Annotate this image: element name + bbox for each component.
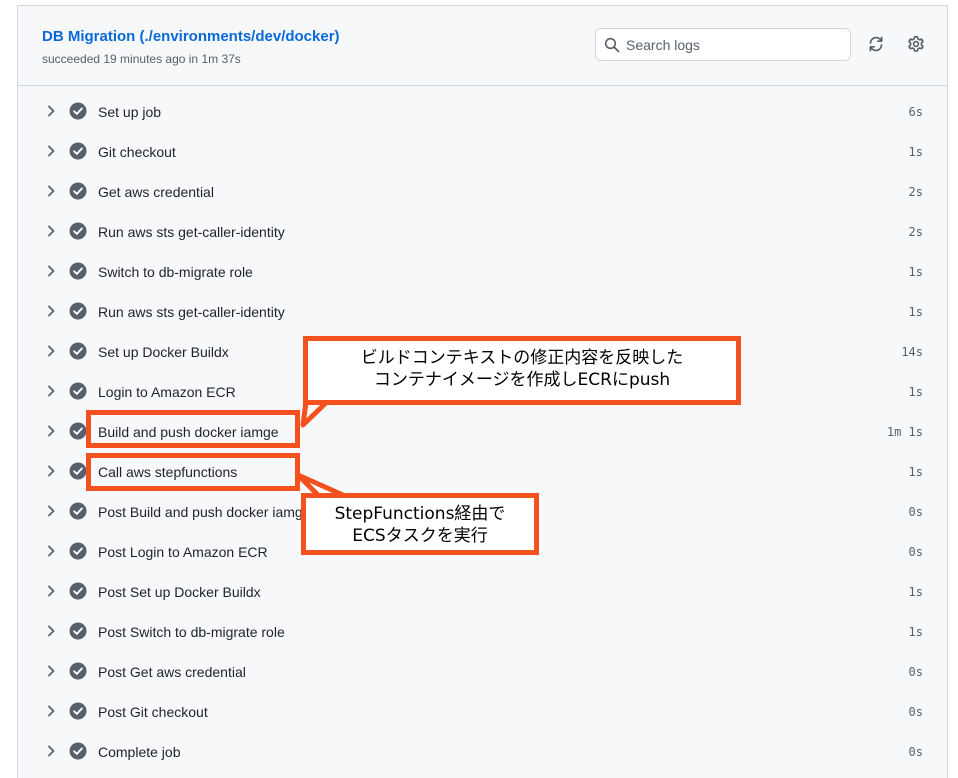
search-logs-box[interactable] (595, 28, 851, 61)
highlight-stepfunctions-step (86, 453, 300, 491)
job-title[interactable]: DB Migration (./environments/dev/docker) (42, 28, 340, 45)
step-name: Set up Docker Buildx (98, 344, 229, 360)
chevron-right-icon[interactable] (44, 624, 58, 638)
refresh-icon[interactable] (867, 35, 885, 53)
job-status: succeeded 19 minutes ago in 1m 37s (42, 52, 241, 66)
check-circle-icon (69, 222, 87, 240)
check-circle-icon (69, 142, 87, 160)
callout-build-explanation: ビルドコンテキストの修正内容を反映した コンテナイメージを作成しECRにpush (303, 336, 741, 405)
step-name: Git checkout (98, 144, 176, 160)
chevron-right-icon[interactable] (44, 424, 58, 438)
callout-stepfunctions-line1: StepFunctions経由で (334, 504, 506, 524)
step-row[interactable]: Post Git checkout 0s (18, 692, 947, 732)
chevron-right-icon[interactable] (44, 704, 58, 718)
check-circle-icon (69, 302, 87, 320)
step-row[interactable]: Post Set up Docker Buildx 1s (18, 572, 947, 612)
check-circle-icon (69, 422, 87, 440)
chevron-right-icon[interactable] (44, 144, 58, 158)
chevron-right-icon[interactable] (44, 504, 58, 518)
step-name: Set up job (98, 104, 162, 120)
step-row[interactable]: Set up job 6s (18, 92, 947, 132)
step-name: Post Build and push docker iamge (98, 504, 311, 520)
step-duration: 0s (908, 745, 923, 759)
chevron-right-icon[interactable] (44, 584, 58, 598)
step-name: Post Login to Amazon ECR (98, 544, 268, 560)
step-duration: 1s (908, 465, 923, 479)
check-circle-icon (69, 462, 87, 480)
step-row[interactable]: Post Switch to db-migrate role 1s (18, 612, 947, 652)
step-name: Post Switch to db-migrate role (98, 624, 285, 640)
step-duration: 1s (908, 145, 923, 159)
step-row[interactable]: Run aws sts get-caller-identity 1s (18, 292, 947, 332)
step-duration: 0s (908, 705, 923, 719)
step-row[interactable]: Run aws sts get-caller-identity 2s (18, 212, 947, 252)
check-circle-icon (69, 182, 87, 200)
check-circle-icon (69, 342, 87, 360)
step-duration: 1s (908, 265, 923, 279)
chevron-right-icon[interactable] (44, 664, 58, 678)
step-name: Run aws sts get-caller-identity (98, 304, 285, 320)
step-duration: 1m 1s (886, 425, 923, 439)
search-logs-input[interactable] (626, 29, 841, 60)
step-name: Post Git checkout (98, 704, 208, 720)
step-duration: 2s (908, 185, 923, 199)
step-duration: 0s (908, 505, 923, 519)
check-circle-icon (69, 662, 87, 680)
step-duration: 0s (908, 665, 923, 679)
step-row[interactable]: Switch to db-migrate role 1s (18, 252, 947, 292)
step-duration: 6s (908, 105, 923, 119)
step-name: Get aws credential (98, 184, 214, 200)
chevron-right-icon[interactable] (44, 384, 58, 398)
step-row[interactable]: Complete job 0s (18, 732, 947, 772)
check-circle-icon (69, 542, 87, 560)
chevron-right-icon[interactable] (44, 264, 58, 278)
step-duration: 0s (908, 545, 923, 559)
callout-build-line2: コンテナイメージを作成しECRにpush (373, 370, 671, 390)
step-row[interactable]: Git checkout 1s (18, 132, 947, 172)
step-row[interactable]: Get aws credential 2s (18, 172, 947, 212)
chevron-right-icon[interactable] (44, 744, 58, 758)
step-name: Complete job (98, 744, 181, 760)
gear-icon[interactable] (907, 35, 925, 53)
step-duration: 1s (908, 385, 923, 399)
check-circle-icon (69, 262, 87, 280)
job-header: DB Migration (./environments/dev/docker)… (18, 6, 947, 86)
callout-stepfunctions-line2: ECSタスクを実行 (352, 526, 488, 546)
step-duration: 1s (908, 625, 923, 639)
chevron-right-icon[interactable] (44, 344, 58, 358)
check-circle-icon (69, 382, 87, 400)
step-name: Run aws sts get-caller-identity (98, 224, 285, 240)
step-duration: 14s (901, 345, 923, 359)
step-duration: 2s (908, 225, 923, 239)
chevron-right-icon[interactable] (44, 224, 58, 238)
check-circle-icon (69, 102, 87, 120)
highlight-build-step (86, 410, 300, 448)
check-circle-icon (69, 622, 87, 640)
callout-stepfunctions-explanation: StepFunctions経由で ECSタスクを実行 (301, 493, 539, 555)
step-duration: 1s (908, 585, 923, 599)
step-name: Post Set up Docker Buildx (98, 584, 261, 600)
check-circle-icon (69, 582, 87, 600)
check-circle-icon (69, 742, 87, 760)
step-name: Login to Amazon ECR (98, 384, 236, 400)
check-circle-icon (69, 702, 87, 720)
chevron-right-icon[interactable] (44, 304, 58, 318)
step-name: Post Get aws credential (98, 664, 246, 680)
step-row[interactable]: Post Get aws credential 0s (18, 652, 947, 692)
step-name: Switch to db-migrate role (98, 264, 253, 280)
chevron-right-icon[interactable] (44, 544, 58, 558)
search-icon (604, 37, 620, 53)
chevron-right-icon[interactable] (44, 464, 58, 478)
check-circle-icon (69, 502, 87, 520)
chevron-right-icon[interactable] (44, 104, 58, 118)
step-duration: 1s (908, 305, 923, 319)
callout-build-line1: ビルドコンテキストの修正内容を反映した (360, 348, 684, 368)
chevron-right-icon[interactable] (44, 184, 58, 198)
